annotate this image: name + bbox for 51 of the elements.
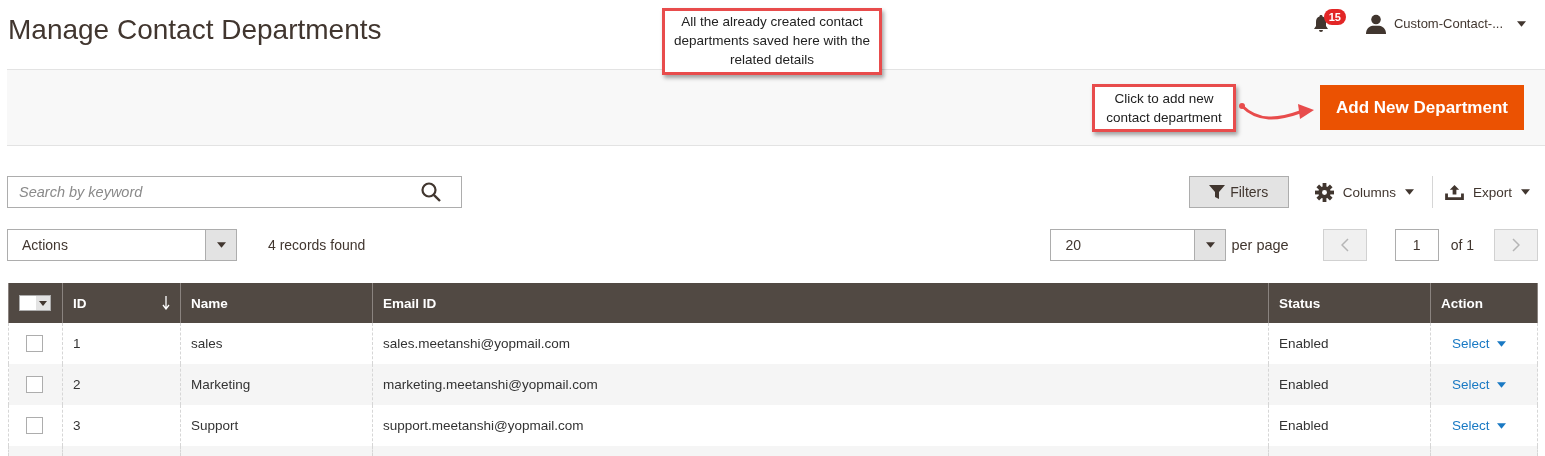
row-checkbox[interactable] (26, 376, 43, 393)
caret-icon (1205, 242, 1215, 248)
caret-icon (216, 242, 226, 248)
add-new-department-button[interactable]: Add New Department (1320, 85, 1524, 130)
column-header[interactable]: Status (1268, 283, 1431, 323)
select-action-link[interactable]: Select (1452, 336, 1506, 351)
records-count: 4 records found (268, 237, 366, 253)
row-checkbox[interactable] (26, 417, 43, 434)
annotation-callout: Click to add new contact department (1092, 83, 1237, 132)
caret-icon (1496, 340, 1506, 347)
table-cell: Marketing (180, 364, 373, 405)
filters-button[interactable]: Filters (1188, 176, 1289, 208)
previous-page-button[interactable] (1322, 229, 1367, 261)
upload-icon (1444, 184, 1464, 200)
chevron-right-icon (1512, 238, 1520, 252)
caret-icon (1496, 422, 1506, 429)
mass-select-checkbox[interactable] (19, 295, 51, 312)
page-title: Manage Contact Departments (8, 13, 382, 47)
caret-icon (1496, 381, 1506, 388)
table-cell: 2 (62, 364, 181, 405)
notification-count: 15 (1323, 8, 1346, 25)
search-field[interactable]: Search by keyword (7, 176, 462, 208)
user-icon (1365, 13, 1386, 34)
user-menu[interactable]: Custom-Contact-... (1393, 16, 1526, 31)
caret-icon (1521, 189, 1530, 195)
sort-arrow-icon (162, 296, 170, 310)
chevron-left-icon (1340, 238, 1349, 252)
caret-icon (1517, 20, 1526, 27)
bell-icon[interactable] (1312, 14, 1329, 33)
column-header[interactable]: Action (1430, 283, 1538, 323)
funnel-icon (1209, 184, 1226, 200)
annotation-callout: All the already created contact departments saved here with the related details (662, 8, 882, 75)
next-page-button[interactable] (1494, 229, 1538, 261)
column-header[interactable]: Email ID (372, 283, 1269, 323)
table-cell: marketing.meetanshi@yopmail.com (372, 364, 1269, 405)
actions-dropdown[interactable]: Actions (7, 229, 237, 261)
row-checkbox[interactable] (26, 335, 43, 352)
page-total: of 1 (1450, 237, 1474, 253)
export-button[interactable]: Export (1444, 184, 1530, 200)
column-header[interactable]: Name (180, 283, 373, 323)
page-number-field[interactable]: 1 (1394, 229, 1439, 261)
select-action-link[interactable]: Select (1452, 418, 1506, 433)
columns-button[interactable]: Columns (1314, 182, 1414, 202)
caret-icon (39, 300, 47, 306)
select-action-link[interactable]: Select (1452, 377, 1506, 392)
gear-icon (1314, 182, 1334, 202)
table-cell: Enabled (1268, 364, 1431, 405)
column-header[interactable]: ID (62, 283, 181, 323)
per-page-dropdown[interactable]: 20 (1050, 229, 1227, 261)
caret-icon (1404, 189, 1414, 195)
per-page-label: per page (1231, 237, 1289, 253)
